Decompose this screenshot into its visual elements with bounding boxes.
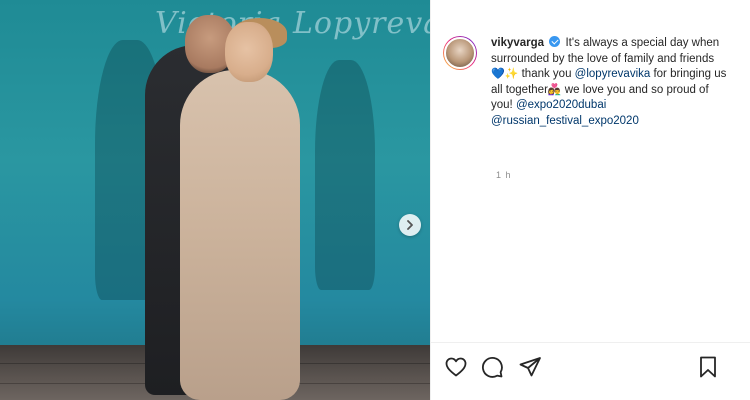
save-button[interactable] <box>696 355 720 379</box>
mention-expo-link[interactable]: @expo2020dubai <box>516 99 606 111</box>
chevron-right-icon <box>407 220 413 230</box>
avatar[interactable] <box>444 37 476 69</box>
wall-shadow-right <box>315 60 375 290</box>
woman-figure <box>180 70 300 400</box>
emoji-couple: 👩‍❤️‍👨 <box>547 83 562 96</box>
post-sidebar: vikyvarga It's always a special day when… <box>430 0 750 400</box>
caption-row: vikyvarga It's always a special day when… <box>443 36 743 129</box>
emoji-heart-sparkles: 💙✨ <box>491 68 519 80</box>
mention-link[interactable]: @lopyrevavika <box>575 68 651 80</box>
woman-head <box>225 22 273 82</box>
verified-badge-icon <box>549 36 561 47</box>
like-button[interactable] <box>444 355 468 379</box>
instagram-post: Victoria Lopyreva vikyvarga It's always … <box>0 0 750 400</box>
caption: vikyvarga It's always a special day when… <box>491 36 727 129</box>
comment-button[interactable] <box>480 355 504 379</box>
username-link[interactable]: vikyvarga <box>491 37 544 49</box>
actions-bar <box>430 342 750 400</box>
paper-plane-icon <box>519 357 541 377</box>
heart-icon <box>445 357 467 377</box>
avatar-story-ring[interactable] <box>443 36 477 70</box>
comment-icon <box>482 357 503 378</box>
post-image[interactable]: Victoria Lopyreva <box>0 0 430 400</box>
caption-text-2: thank you <box>518 68 575 80</box>
share-button[interactable] <box>518 355 542 379</box>
bookmark-icon <box>700 356 716 378</box>
carousel-next-button[interactable] <box>399 214 421 236</box>
mention-festival-link[interactable]: @russian_festival_expo2020 <box>491 115 639 127</box>
post-timestamp[interactable]: 1 h <box>496 170 512 180</box>
